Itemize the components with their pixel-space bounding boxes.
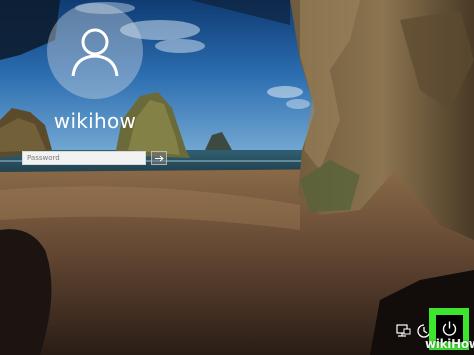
- power-icon: [442, 321, 457, 336]
- network-icon: [396, 324, 411, 337]
- network-button[interactable]: [393, 321, 413, 341]
- username-label: wikihow: [53, 109, 137, 133]
- arrow-right-icon: [154, 155, 164, 161]
- password-input[interactable]: [22, 151, 146, 165]
- user-avatar: [47, 3, 143, 99]
- password-row: [22, 151, 167, 165]
- wikihow-watermark: wikiHow: [425, 337, 474, 351]
- submit-button[interactable]: [151, 151, 167, 165]
- user-silhouette-icon: [71, 28, 119, 77]
- lock-screen: wikihow wikiHow: [0, 0, 474, 355]
